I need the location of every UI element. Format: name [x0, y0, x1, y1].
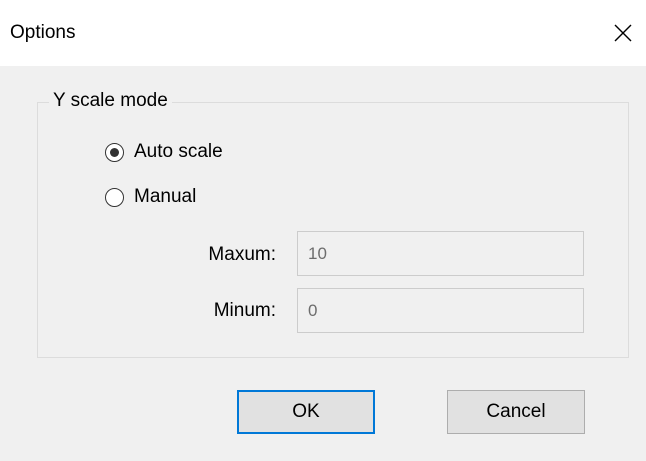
dialog-title: Options	[10, 22, 76, 43]
radio-dot	[110, 147, 119, 157]
radio-unchecked-icon	[105, 187, 124, 207]
maximum-label: Maxum:	[208, 244, 276, 265]
group-title: Y scale mode	[49, 90, 172, 112]
maximum-field[interactable]: 10	[297, 231, 584, 276]
options-dialog: Options Y scale mode Auto scale Manual M…	[0, 0, 646, 461]
ok-button[interactable]: OK	[237, 390, 375, 434]
minimum-label: Minum:	[213, 300, 276, 321]
radio-checked-icon	[105, 142, 124, 162]
cancel-button[interactable]: Cancel	[447, 390, 585, 434]
auto-scale-label: Auto scale	[134, 141, 223, 162]
close-icon	[614, 24, 632, 42]
close-button[interactable]	[600, 10, 646, 56]
manual-label: Manual	[134, 186, 197, 207]
minimum-field[interactable]: 0	[297, 288, 584, 333]
manual-radio[interactable]: Manual	[105, 186, 196, 208]
title-bar: Options	[0, 0, 646, 66]
auto-scale-radio[interactable]: Auto scale	[105, 141, 223, 163]
